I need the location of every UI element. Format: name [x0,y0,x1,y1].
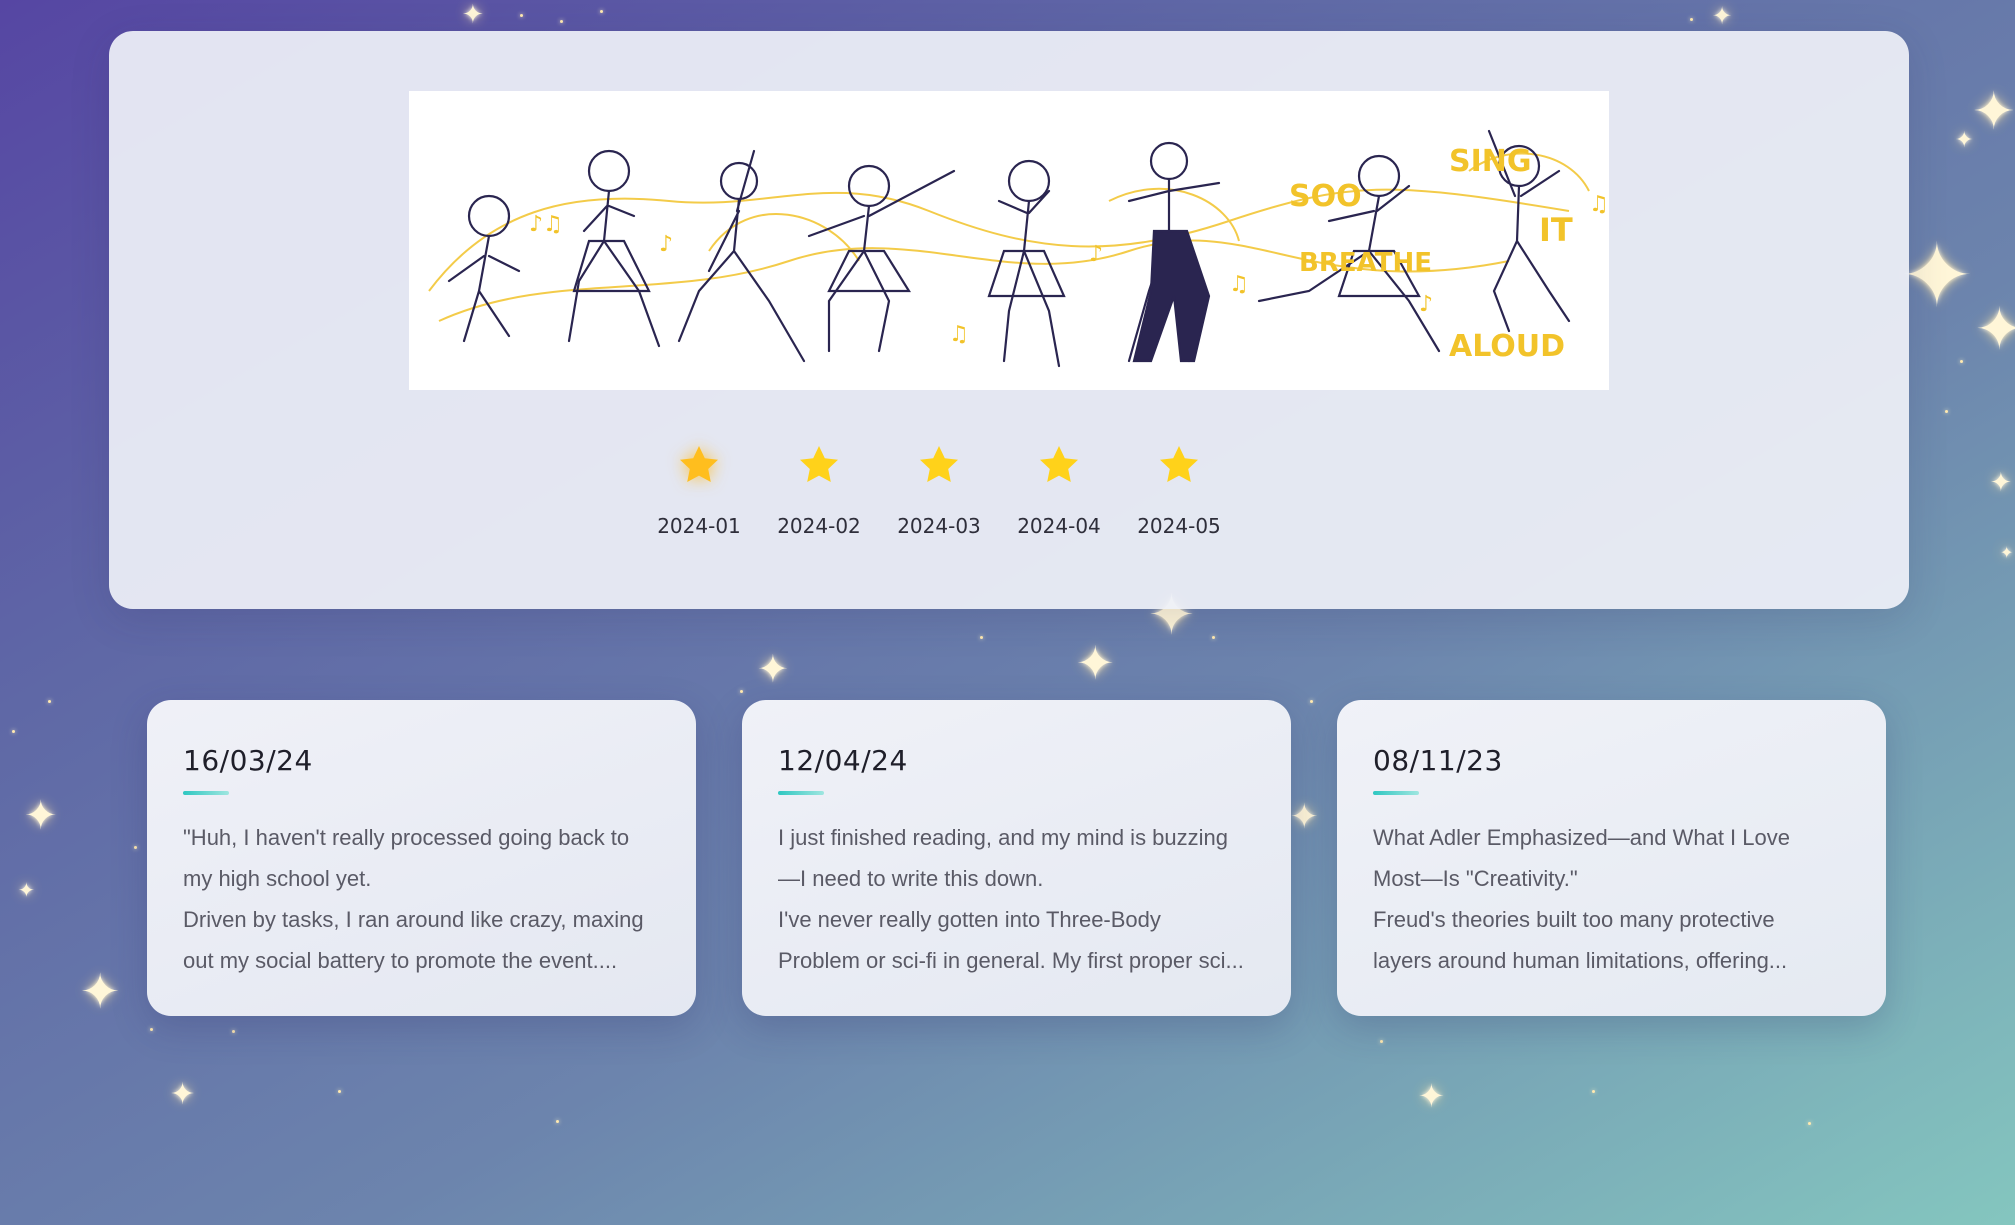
sparkle-icon: ✦ [1076,636,1115,690]
star-dot [1310,700,1313,703]
card-divider [183,791,229,795]
star-dot [520,14,523,17]
dancing-characters-illustration: SOO BREATHE SING IT ALOUD ♪♫ ♪ ♫ ♪ ♫ ♪ ♫ [428,129,1609,368]
diary-card[interactable]: 12/04/24 I just finished reading, and my… [742,700,1291,1016]
timeline-label: 2024-04 [1017,514,1101,538]
sparkle-icon: ✦ [1955,128,1974,153]
sparkle-icon: ✦ [170,1077,196,1112]
star-dot [1945,410,1948,413]
card-excerpt: "Huh, I haven't really processed going b… [183,817,660,981]
card-date: 08/11/23 [1373,744,1503,777]
svg-text:♪: ♪ [659,232,673,257]
svg-text:IT: IT [1539,211,1573,249]
excerpt-line: layers around human limitations, offerin… [1373,948,1788,973]
sparkle-icon: ✦ [1972,82,2015,142]
excerpt-line: Driven by tasks, I ran around like crazy… [183,907,644,932]
svg-text:♫: ♫ [1589,192,1609,217]
star-dot [1808,1122,1811,1125]
timeline-label: 2024-02 [777,514,861,538]
excerpt-line: I've never really gotten into Three-Body [778,907,1161,932]
card-excerpt: What Adler Emphasized—and What I Love Mo… [1373,817,1850,981]
page-background: ✦ ✦ ✦ ✦ ✦ ✦ ✦ ✦ ✦ ✦ ✦ ✦ ✦ ✦ ✦ ✦ ✦ SOO BR… [0,0,2015,1225]
timeline-item-2024-01[interactable]: 2024-01 [639,441,759,538]
star-dot [338,1090,341,1093]
card-date: 16/03/24 [183,744,313,777]
sparkle-icon: ✦ [1900,224,1974,327]
timeline-label: 2024-05 [1137,514,1221,538]
svg-text:SOO: SOO [1289,179,1362,214]
svg-text:SING: SING [1449,144,1532,179]
sparkle-icon: ✦ [18,878,35,902]
star-dot [150,1028,153,1031]
timeline-item-2024-05[interactable]: 2024-05 [1119,441,1239,538]
star-dot [1960,360,1963,363]
star-icon [920,446,958,482]
star-icon [1160,446,1198,482]
star-dot [12,730,15,733]
svg-text:♪: ♪ [1419,292,1433,317]
sparkle-icon: ✦ [1290,797,1319,837]
star-dot [600,10,603,13]
star-dot [1212,636,1215,639]
excerpt-line: Problem or sci-fi in general. My first p… [778,948,1244,973]
excerpt-line: What Adler Emphasized—and What I Love [1373,825,1790,850]
hero-panel: SOO BREATHE SING IT ALOUD ♪♫ ♪ ♫ ♪ ♫ ♪ ♫ [109,31,1909,609]
sparkle-icon: ✦ [1990,468,2012,498]
excerpt-line: Most—Is "Creativity." [1373,866,1578,891]
timeline-label: 2024-03 [897,514,981,538]
star-dot [740,690,743,693]
excerpt-line: out my social battery to promote the eve… [183,948,618,973]
star-icon [680,446,718,482]
card-excerpt: I just finished reading, and my mind is … [778,817,1255,981]
sparkle-icon: ✦ [1975,295,2015,363]
svg-text:♫: ♫ [1229,272,1249,297]
sparkle-icon: ✦ [2000,543,2014,562]
star-icon [800,446,838,482]
timeline-label: 2024-01 [657,514,741,538]
svg-text:ALOUD: ALOUD [1449,329,1565,364]
diary-card[interactable]: 16/03/24 "Huh, I haven't really processe… [147,700,696,1016]
card-divider [778,791,824,795]
sparkle-icon: ✦ [462,0,484,30]
excerpt-line: Freud's theories built too many protecti… [1373,907,1775,932]
svg-text:♪♫: ♪♫ [529,212,563,237]
excerpt-line: my high school yet. [183,866,372,891]
star-dot [556,1120,559,1123]
star-dot [980,636,983,639]
card-divider [1373,791,1419,795]
star-dot [48,700,51,703]
banner-illustration: SOO BREATHE SING IT ALOUD ♪♫ ♪ ♫ ♪ ♫ ♪ ♫ [409,91,1609,390]
star-dot [1380,1040,1383,1043]
timeline-item-2024-04[interactable]: 2024-04 [999,441,1119,538]
month-timeline: 2024-01 2024-02 2024-03 2024-04 2024-05 [109,441,1909,591]
excerpt-line: I just finished reading, and my mind is … [778,825,1229,850]
star-icon [1040,446,1078,482]
svg-text:BREATHE: BREATHE [1299,248,1432,278]
svg-text:♪: ♪ [1089,242,1103,267]
sparkle-icon: ✦ [1712,2,1733,30]
star-dot [134,846,137,849]
diary-card[interactable]: 08/11/23 What Adler Emphasized—and What … [1337,700,1886,1016]
star-dot [560,20,563,23]
excerpt-line: —I need to write this down. [778,866,1044,891]
sparkle-icon: ✦ [1418,1077,1445,1115]
card-date: 12/04/24 [778,744,908,777]
svg-text:♫: ♫ [949,322,969,347]
sparkle-icon: ✦ [24,793,58,839]
timeline-item-2024-02[interactable]: 2024-02 [759,441,879,538]
excerpt-line: "Huh, I haven't really processed going b… [183,825,630,850]
star-dot [1690,18,1693,21]
timeline-item-2024-03[interactable]: 2024-03 [879,441,999,538]
sparkle-icon: ✦ [80,964,121,1020]
sparkle-icon: ✦ [757,647,789,691]
star-dot [1592,1090,1595,1093]
star-dot [232,1030,235,1033]
